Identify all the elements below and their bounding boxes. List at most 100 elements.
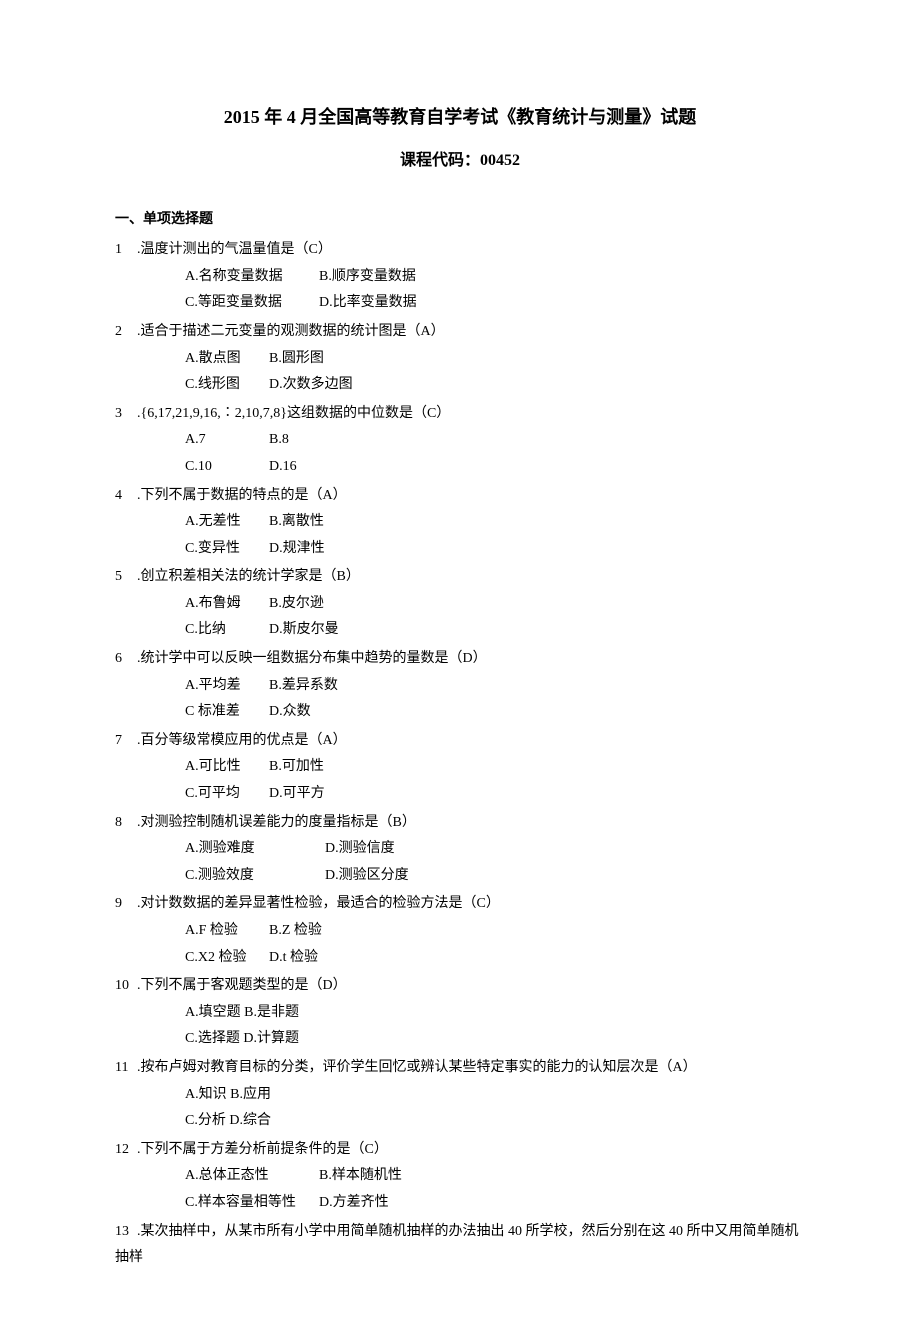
options-line: A.测验难度D.测验信度: [185, 836, 805, 863]
option-d: D.t 检验: [269, 945, 318, 972]
option-b: B.离散性: [269, 509, 324, 536]
question-number: 13: [115, 1219, 137, 1246]
option-a: A.平均差: [185, 673, 269, 700]
option-d: D.方差齐性: [319, 1190, 389, 1217]
question-stem: .温度计测出的气温量值是（C）: [137, 242, 332, 257]
question: 7.百分等级常模应用的优点是（A）A.可比性B.可加性C.可平均D.可平方: [115, 728, 805, 808]
option-c: C.X2 检验: [185, 945, 269, 972]
question-number: 11: [115, 1055, 137, 1082]
question: 12.下列不属于方差分析前提条件的是（C）A.总体正态性B.样本随机性C.样本容…: [115, 1137, 805, 1217]
options-line: A.布鲁姆B.皮尔逊: [185, 591, 805, 618]
option-a: A.无差性: [185, 509, 269, 536]
option-a: A.F 检验: [185, 918, 269, 945]
option-b: B.皮尔逊: [269, 591, 324, 618]
options-line: C.样本容量相等性D.方差齐性: [185, 1190, 805, 1217]
question: 1.温度计测出的气温量值是（C）A.名称变量数据B.顺序变量数据C.等距变量数据…: [115, 237, 805, 317]
options: A.7B.8C.10D.16: [115, 427, 805, 480]
question: 11.按布卢姆对教育目标的分类，评价学生回忆或辨认某些特定事实的能力的认知层次是…: [115, 1055, 805, 1135]
options-line: A.名称变量数据B.顺序变量数据: [185, 264, 805, 291]
question-row: 7.百分等级常模应用的优点是（A）: [115, 728, 805, 755]
question-row: 13.某次抽样中，从某市所有小学中用简单随机抽样的办法抽出 40 所学校，然后分…: [115, 1219, 805, 1272]
options: A.总体正态性B.样本随机性C.样本容量相等性D.方差齐性: [115, 1163, 805, 1216]
options: A.F 检验B.Z 检验C.X2 检验D.t 检验: [115, 918, 805, 971]
options: A.知识 B.应用C.分析 D.综合: [115, 1082, 805, 1135]
option-c: C.变异性: [185, 536, 269, 563]
options-line: C.10D.16: [185, 454, 805, 481]
option-b: D.测验信度: [325, 836, 395, 863]
section-heading: 一、单项选择题: [115, 207, 805, 234]
question-stem: .适合于描述二元变量的观测数据的统计图是（A）: [137, 324, 445, 339]
question-row: 9.对计数数据的差异显著性检验，最适合的检验方法是（C）: [115, 891, 805, 918]
options: A.可比性B.可加性C.可平均D.可平方: [115, 754, 805, 807]
question-stem: .创立积差相关法的统计学家是（B）: [137, 569, 360, 584]
option-d: D.众数: [269, 699, 311, 726]
question-stem: .对计数数据的差异显著性检验，最适合的检验方法是（C）: [137, 896, 500, 911]
question-number: 2: [115, 319, 137, 346]
question: 6.统计学中可以反映一组数据分布集中趋势的量数是（D）A.平均差B.差异系数C …: [115, 646, 805, 726]
option-a: A.测验难度: [185, 836, 325, 863]
questions-list: 1.温度计测出的气温量值是（C）A.名称变量数据B.顺序变量数据C.等距变量数据…: [115, 237, 805, 1272]
question-row: 4.下列不属于数据的特点的是（A）: [115, 483, 805, 510]
question-number: 10: [115, 973, 137, 1000]
question: 8.对测验控制随机误差能力的度量指标是（B）A.测验难度D.测验信度C.测验效度…: [115, 810, 805, 890]
question-number: 8: [115, 810, 137, 837]
option-c: C.样本容量相等性: [185, 1190, 319, 1217]
option-a: A.总体正态性: [185, 1163, 319, 1190]
options: A.布鲁姆B.皮尔逊C.比纳D.斯皮尔曼: [115, 591, 805, 644]
question-stem: .对测验控制随机误差能力的度量指标是（B）: [137, 815, 416, 830]
option-d: D.次数多边图: [269, 372, 353, 399]
option-b: B.可加性: [269, 754, 324, 781]
question-stem: .下列不属于客观题类型的是（D）: [137, 978, 347, 993]
option-d: D.16: [269, 454, 297, 481]
options-line: C 标准差D.众数: [185, 699, 805, 726]
option-c: C.线形图: [185, 372, 269, 399]
question-stem: .下列不属于方差分析前提条件的是（C）: [137, 1142, 388, 1157]
option-a: A.填空题 B.是非题: [185, 1000, 385, 1027]
question-row: 3.{6,17,21,9,16,∶2,10,7,8}这组数据的中位数是（C）: [115, 401, 805, 428]
options-line: A.无差性B.离散性: [185, 509, 805, 536]
question: 10.下列不属于客观题类型的是（D） A.填空题 B.是非题C.选择题 D.计算题: [115, 973, 805, 1053]
question-row: 6.统计学中可以反映一组数据分布集中趋势的量数是（D）: [115, 646, 805, 673]
option-a: A.名称变量数据: [185, 264, 319, 291]
question-number: 5: [115, 564, 137, 591]
question-row: 11.按布卢姆对教育目标的分类，评价学生回忆或辨认某些特定事实的能力的认知层次是…: [115, 1055, 805, 1082]
options-line: C.线形图D.次数多边图: [185, 372, 805, 399]
option-b: B.8: [269, 427, 289, 454]
option-a: A.7: [185, 427, 269, 454]
option-d: D.可平方: [269, 781, 325, 808]
question-number: 7: [115, 728, 137, 755]
question-number: 4: [115, 483, 137, 510]
question: 9.对计数数据的差异显著性检验，最适合的检验方法是（C）A.F 检验B.Z 检验…: [115, 891, 805, 971]
question-number: 3: [115, 401, 137, 428]
option-c: C.分析 D.综合: [185, 1108, 385, 1135]
option-d: D.斯皮尔曼: [269, 617, 339, 644]
options-line: C.变异性D.规津性: [185, 536, 805, 563]
option-c: C.选择题 D.计算题: [185, 1026, 385, 1053]
options-line: C.等距变量数据D.比率变量数据: [185, 290, 805, 317]
question-stem: .百分等级常模应用的优点是（A）: [137, 733, 347, 748]
options-line: A.总体正态性B.样本随机性: [185, 1163, 805, 1190]
option-a: A.知识 B.应用: [185, 1082, 385, 1109]
question-row: 8.对测验控制随机误差能力的度量指标是（B）: [115, 810, 805, 837]
options-line: C.X2 检验D.t 检验: [185, 945, 805, 972]
question-stem: .按布卢姆对教育目标的分类，评价学生回忆或辨认某些特定事实的能力的认知层次是（A…: [137, 1060, 697, 1075]
options: A.测验难度D.测验信度C.测验效度D.测验区分度: [115, 836, 805, 889]
question-stem: .统计学中可以反映一组数据分布集中趋势的量数是（D）: [137, 651, 487, 666]
options-line: A.7B.8: [185, 427, 805, 454]
question: 5.创立积差相关法的统计学家是（B）A.布鲁姆B.皮尔逊C.比纳D.斯皮尔曼: [115, 564, 805, 644]
option-a: A.可比性: [185, 754, 269, 781]
options: A.无差性B.离散性C.变异性D.规津性: [115, 509, 805, 562]
option-d: D.规津性: [269, 536, 325, 563]
options-line: A.F 检验B.Z 检验: [185, 918, 805, 945]
question: 2.适合于描述二元变量的观测数据的统计图是（A）A.散点图B.圆形图C.线形图D…: [115, 319, 805, 399]
question-stem: .下列不属于数据的特点的是（A）: [137, 488, 347, 503]
question-row: 5.创立积差相关法的统计学家是（B）: [115, 564, 805, 591]
option-c: C.比纳: [185, 617, 269, 644]
question-row: 2.适合于描述二元变量的观测数据的统计图是（A）: [115, 319, 805, 346]
option-c: C 标准差: [185, 699, 269, 726]
option-c: C.测验效度: [185, 863, 325, 890]
question: 13.某次抽样中，从某市所有小学中用简单随机抽样的办法抽出 40 所学校，然后分…: [115, 1219, 805, 1272]
option-c: C.10: [185, 454, 269, 481]
question-number: 9: [115, 891, 137, 918]
option-a: A.散点图: [185, 346, 269, 373]
